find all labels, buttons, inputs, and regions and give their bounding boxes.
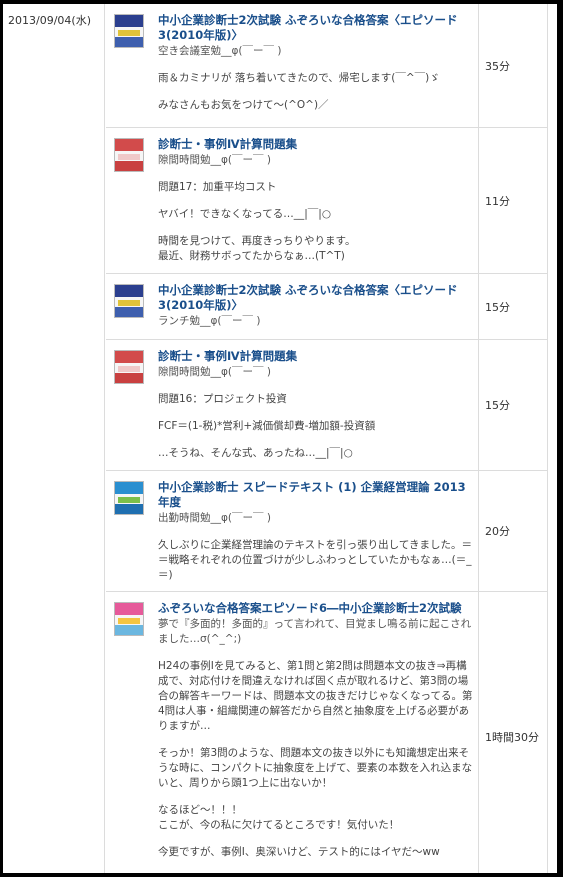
study-time: 15分 <box>485 399 510 412</box>
study-time-cell: 11分 <box>478 128 547 273</box>
book-cover-thumbnail[interactable] <box>114 284 144 318</box>
cover-color-band <box>115 307 143 317</box>
cover-color-band <box>115 603 143 615</box>
book-cover-thumbnail[interactable] <box>114 14 144 48</box>
study-time-cell: 15分 <box>478 274 547 339</box>
comment-text: 問題16：プロジェクト投資 <box>158 393 287 405</box>
cover-color-band <box>115 482 143 494</box>
list-item: 中小企業診断士2次試験 ふぞろいな合格答案〈エピソード3(2010年版)〉ランチ… <box>106 274 547 340</box>
study-place: 隙間時間勉__φ(￣ー￣ ) <box>158 366 271 378</box>
comment-text: そっか！第3問のような、問題本文の抜き以外にも知識想定出来そうな時に、コンパクト… <box>158 747 473 789</box>
comment-text: FCF＝(1-税)*営利+減価償却費-増加額-投資額 <box>158 420 376 432</box>
cover-color-band <box>115 351 143 363</box>
book-cover-thumbnail[interactable] <box>114 602 144 636</box>
cover-color-band <box>115 161 143 171</box>
date-label: 2013/09/04(水) <box>8 14 91 27</box>
study-time: 1時間30分 <box>485 730 539 744</box>
study-time: 15分 <box>485 300 510 314</box>
cover-color-band <box>115 139 143 151</box>
book-title-link[interactable]: 中小企業診断士2次試験 ふぞろいな合格答案〈エピソード3(2010年版)〉 <box>158 283 476 313</box>
comment-text: なるほど〜！！！ ここが、今の私に欠けてるところです！気付いた！ <box>158 804 400 831</box>
table-edge <box>547 4 557 873</box>
comment-text: ヤバイ！できなくなってる…__|￣|○ <box>158 208 332 220</box>
study-place: 隙間時間勉__φ(￣ー￣ ) <box>158 154 271 166</box>
cover-color-band <box>118 30 140 36</box>
book-title-link[interactable]: 中小企業診断士 スピードテキスト (1) 企業経営理論 2013年度 <box>158 480 476 510</box>
book-title-link[interactable]: 中小企業診断士2次試験 ふぞろいな合格答案〈エピソード3(2010年版)〉 <box>158 13 476 43</box>
book-cover-thumbnail[interactable] <box>114 481 144 515</box>
cover-color-band <box>118 300 140 306</box>
comment-text: 久しぶりに企業経営理論のテキストを引っ張り出してきました。＝＝戦略それぞれの位置… <box>158 539 473 581</box>
comment-text: 時間を見つけて、再度きっちりやります。 最近、財務サボってたからなぁ…(T^T) <box>158 235 356 262</box>
cover-color-band <box>118 154 140 160</box>
list-item: 中小企業診断士 スピードテキスト (1) 企業経営理論 2013年度出勤時間勉_… <box>106 471 547 592</box>
study-time-cell: 35分 <box>478 4 547 127</box>
cover-color-band <box>118 618 140 624</box>
cover-color-band <box>115 285 143 297</box>
study-time: 20分 <box>485 525 510 538</box>
study-time: 11分 <box>485 194 510 208</box>
cover-color-band <box>118 366 140 372</box>
book-cover-thumbnail[interactable] <box>114 350 144 384</box>
study-place: ランチ勉__φ(￣ー￣ ) <box>158 315 261 327</box>
cover-color-band <box>115 504 143 514</box>
study-place: 空き会議室勉__φ(￣ー￣ ) <box>158 45 282 57</box>
comment-text: 雨＆カミナリが 落ち着いてきたので、帰宅します(￣^￣)ゞ <box>158 72 440 84</box>
comment-text: 今更ですが、事例Ⅰ、奥深いけど、テスト的にはイヤだ〜ww <box>158 846 440 858</box>
cover-color-band <box>115 625 143 635</box>
study-time-cell: 15分 <box>478 340 547 470</box>
list-item: 診断士・事例Ⅳ計算問題集 隙間時間勉__φ(￣ー￣ ) 問題17：加重平均コストヤバ… <box>106 128 547 274</box>
cover-color-band <box>118 497 140 503</box>
book-title-link[interactable]: 診断士・事例Ⅳ計算問題集 <box>158 137 476 152</box>
book-title-link[interactable]: 診断士・事例Ⅳ計算問題集 <box>158 349 476 364</box>
study-time-cell: 20分 <box>478 471 547 591</box>
book-title-link[interactable]: ふぞろいな合格答案エピソード6―中小企業診断士2次試験 <box>158 601 476 616</box>
study-place: 夢で『多面的！多面的』って言われて、目覚まし鳴る前に起こされました…σ(^_^;… <box>158 618 472 645</box>
comment-text: 問題17：加重平均コスト <box>158 181 277 193</box>
comment-text: …そうね、そんな式、あったね…__|￣|○ <box>158 447 353 459</box>
log-table: 2013/09/04(水) 中小企業診断士2次試験 ふぞろいな合格答案〈エピソー… <box>0 0 563 877</box>
comment-text: H24の事例Ⅰを見てみると、第1問と第2問は問題本文の抜き⇒再構成で、対応付けを… <box>158 660 473 732</box>
study-place: 出勤時間勉__φ(￣ー￣ ) <box>158 512 271 524</box>
list-item: 中小企業診断士2次試験 ふぞろいな合格答案〈エピソード3(2010年版)〉空き会… <box>106 4 547 128</box>
list-item: ふぞろいな合格答案エピソード6―中小企業診断士2次試験夢で『多面的！多面的』って… <box>106 592 547 873</box>
study-time-cell: 1時間30分 <box>478 592 547 873</box>
study-time: 35分 <box>485 59 510 73</box>
cover-color-band <box>115 15 143 27</box>
list-item: 診断士・事例Ⅳ計算問題集 隙間時間勉__φ(￣ー￣ ) 問題16：プロジェクト投資 F… <box>106 340 547 471</box>
cover-color-band <box>115 37 143 47</box>
date-cell: 2013/09/04(水) <box>3 4 105 873</box>
book-cover-thumbnail[interactable] <box>114 138 144 172</box>
cover-color-band <box>115 373 143 383</box>
comment-text: みなさんもお気をつけて〜(^O^)／ <box>158 99 329 111</box>
